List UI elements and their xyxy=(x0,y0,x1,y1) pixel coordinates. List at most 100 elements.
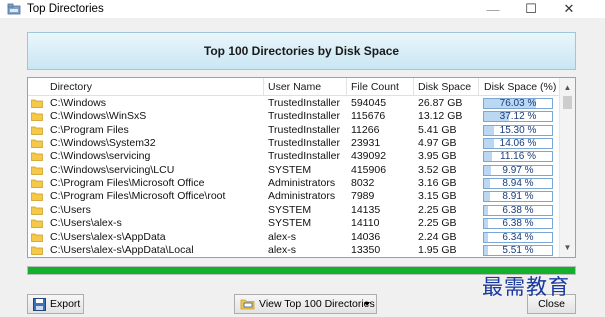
file-count-cell: 7989 xyxy=(351,190,375,203)
column-header-disk-space-pct[interactable]: Disk Space (%) xyxy=(484,81,556,93)
user-name-cell: TrustedInstaller xyxy=(268,137,340,150)
view-dropdown-label: View Top 100 Directories xyxy=(259,298,375,310)
user-name-cell: SYSTEM xyxy=(268,217,312,230)
column-divider[interactable] xyxy=(478,78,479,95)
column-header-user-name[interactable]: User Name xyxy=(268,81,321,93)
column-divider[interactable] xyxy=(263,78,264,95)
scroll-down-button[interactable]: ▼ xyxy=(560,240,575,255)
column-divider[interactable] xyxy=(413,78,414,95)
user-name-cell: alex-s xyxy=(268,243,297,256)
title-bar: Top Directories — ☐ ✕ xyxy=(0,0,605,18)
file-count-cell: 439092 xyxy=(351,150,387,163)
export-label: Export xyxy=(50,298,81,310)
column-header-disk-space[interactable]: Disk Space xyxy=(418,81,471,93)
directory-cell: C:\Users\alex-s\AppData xyxy=(50,230,166,243)
file-count-cell: 14110 xyxy=(351,217,380,230)
disk-space-cell: 2.25 GB xyxy=(418,217,457,230)
folder-icon xyxy=(31,112,43,122)
disk-space-pct-bar: 37.12 % xyxy=(483,111,553,123)
directory-cell: C:\Users\alex-s xyxy=(50,217,122,230)
folder-icon xyxy=(31,246,43,255)
user-name-cell: Administrators xyxy=(268,177,336,190)
view-top-dropdown[interactable]: View Top 100 Directories xyxy=(234,294,377,314)
directory-cell: C:\Users\alex-s\AppData\Local xyxy=(50,243,194,256)
vertical-scrollbar[interactable]: ▲ ▼ xyxy=(559,78,575,257)
close-icon: ✕ xyxy=(563,1,575,16)
disk-space-cell: 5.41 GB xyxy=(418,123,457,136)
table-row[interactable]: C:\Users\alex-s SYSTEM 14110 2.25 GB 6.38 % xyxy=(28,217,560,230)
disk-space-pct-bar: 11.16 % xyxy=(483,151,553,163)
disk-space-cell: 2.25 GB xyxy=(418,203,457,216)
column-header-file-count[interactable]: File Count xyxy=(351,81,399,93)
file-count-cell: 13350 xyxy=(351,243,381,256)
table-row[interactable]: C:\Users\alex-s\AppData alex-s 14036 2.24 G… xyxy=(28,231,560,244)
watermark: 最需教育 xyxy=(482,275,570,299)
disk-space-pct-text: 11.16 % xyxy=(500,151,536,163)
file-count-cell: 14036 xyxy=(351,230,381,243)
directory-cell: C:\Users xyxy=(50,203,91,216)
file-count-cell: 11266 xyxy=(351,123,380,136)
user-name-cell: TrustedInstaller xyxy=(268,97,340,109)
folder-icon xyxy=(31,99,43,108)
table-row[interactable]: C:\Users SYSTEM 14135 2.25 GB 6.38 % xyxy=(28,204,560,217)
disk-space-pct-bar: 8.94 % xyxy=(483,178,553,190)
chevron-down-icon: ▼ xyxy=(563,243,572,252)
disk-space-pct-text: 9.97 % xyxy=(502,164,534,176)
folder-icon xyxy=(31,206,43,215)
folder-icon xyxy=(31,219,43,228)
disk-space-cell: 26.87 GB xyxy=(418,97,463,109)
user-name-cell: SYSTEM xyxy=(268,163,312,176)
export-button[interactable]: Export xyxy=(27,294,84,314)
disk-space-pct-bar: 5.51 % xyxy=(483,244,553,256)
table-row[interactable]: C:\Windows\servicing TrustedInstaller 4390… xyxy=(28,150,560,163)
scroll-up-button[interactable]: ▲ xyxy=(560,80,575,95)
table-row[interactable]: C:\Windows\servicing\LCU SYSTEM 415906 3.52… xyxy=(28,164,560,177)
disk-space-pct-text: 76.03 % xyxy=(499,98,537,109)
disk-space-cell: 3.16 GB xyxy=(418,177,457,190)
folder-icon xyxy=(31,193,43,202)
folder-icon xyxy=(31,126,43,135)
file-count-cell: 23931 xyxy=(351,137,381,150)
directory-cell: C:\Program Files\Microsoft Office xyxy=(50,177,205,190)
disk-space-cell: 13.12 GB xyxy=(418,110,463,123)
folder-icon xyxy=(240,299,255,310)
table-row[interactable]: C:\Windows\WinSxS TrustedInstaller 115676 1… xyxy=(28,110,560,123)
folder-icon xyxy=(31,153,43,162)
report-banner: Top 100 Directories by Disk Space xyxy=(27,32,576,70)
table-row[interactable]: C:\Windows TrustedInstaller 594045 26.87 GB… xyxy=(28,97,560,110)
disk-space-cell: 3.52 GB xyxy=(418,163,457,176)
maximize-button[interactable]: ☐ xyxy=(513,0,549,18)
user-name-cell: TrustedInstaller xyxy=(268,150,340,163)
file-count-cell: 594045 xyxy=(351,97,387,109)
chevron-down-icon xyxy=(364,302,370,306)
table-row[interactable]: C:\Program Files\Microsoft Office Adminis… xyxy=(28,177,560,190)
table-row[interactable]: C:\Windows\System32 TrustedInstaller 23931… xyxy=(28,137,560,150)
directory-cell: C:\Windows\WinSxS xyxy=(50,110,147,123)
directory-cell: C:\Program Files xyxy=(50,123,129,136)
column-divider[interactable] xyxy=(346,78,347,95)
table-row[interactable]: C:\Program Files TrustedInstaller 11266 5.4… xyxy=(28,124,560,137)
minimize-button[interactable]: — xyxy=(475,0,511,18)
disk-space-cell: 1.95 GB xyxy=(418,243,457,256)
drive-folder-icon xyxy=(7,3,21,15)
disk-space-pct-bar: 76.03 % xyxy=(483,98,553,109)
disk-space-pct-bar: 6.38 % xyxy=(483,218,553,230)
directory-cell: C:\Windows\System32 xyxy=(50,137,156,150)
directory-cell: C:\Windows\servicing xyxy=(50,150,151,163)
folder-icon xyxy=(31,166,43,175)
disk-space-pct-bar: 9.97 % xyxy=(483,164,553,176)
user-name-cell: Administrators xyxy=(268,190,336,203)
column-header-directory[interactable]: Directory xyxy=(50,81,92,93)
user-name-cell: SYSTEM xyxy=(268,203,312,216)
grid-header: Directory User Name File Count Disk Spac… xyxy=(28,78,560,96)
directory-grid[interactable]: Directory User Name File Count Disk Spac… xyxy=(27,77,576,258)
scroll-thumb[interactable] xyxy=(563,96,572,109)
disk-space-pct-bar: 6.34 % xyxy=(483,231,553,243)
report-title: Top 100 Directories by Disk Space xyxy=(203,44,400,58)
disk-space-pct-bar: 6.38 % xyxy=(483,204,553,216)
table-row[interactable]: C:\Users\alex-s\AppData\Local alex-s 13350… xyxy=(28,244,560,257)
close-window-button[interactable]: ✕ xyxy=(551,0,587,18)
disk-space-pct-text: 15.30 % xyxy=(499,124,537,136)
table-row[interactable]: C:\Program Files\Microsoft Office\root Ad… xyxy=(28,190,560,203)
disk-space-pct-text: 6.34 % xyxy=(502,231,534,243)
